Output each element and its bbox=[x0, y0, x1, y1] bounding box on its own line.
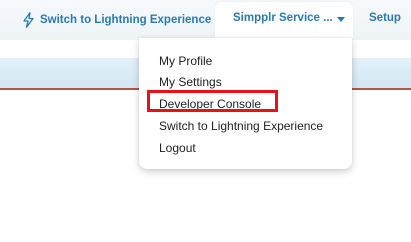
menu-item-my-profile[interactable]: My Profile bbox=[159, 53, 212, 69]
user-menu-button[interactable]: Simpplr Service ... bbox=[215, 2, 353, 38]
menu-item-my-settings[interactable]: My Settings bbox=[159, 74, 222, 90]
lightning-bolt-icon bbox=[23, 12, 34, 28]
menu-item-logout[interactable]: Logout bbox=[159, 140, 196, 156]
switch-to-lightning-label: Switch to Lightning Experience bbox=[40, 14, 212, 26]
switch-to-lightning-link[interactable]: Switch to Lightning Experience bbox=[22, 11, 211, 29]
caret-down-icon bbox=[337, 17, 345, 22]
highlight-box bbox=[147, 90, 278, 112]
top-navigation-bar: Switch to Lightning Experience Simpplr S… bbox=[0, 0, 411, 40]
user-menu-label: Simpplr Service ... bbox=[233, 12, 333, 24]
setup-link[interactable]: Setup bbox=[369, 12, 401, 24]
menu-item-switch-to-lightning[interactable]: Switch to Lightning Experience bbox=[159, 118, 323, 134]
